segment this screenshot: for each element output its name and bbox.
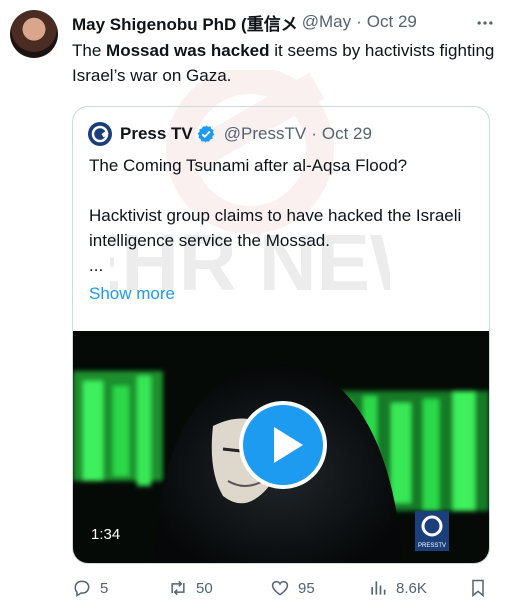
svg-text:PRESSTV: PRESSTV bbox=[418, 543, 446, 549]
repost-icon bbox=[171, 580, 185, 596]
show-more-link[interactable]: Show more bbox=[89, 284, 175, 304]
quote-handle[interactable]: @PressTV bbox=[224, 124, 306, 144]
tweet-text: The Mossad was hacked it seems by hactiv… bbox=[72, 38, 502, 88]
author-avatar[interactable] bbox=[10, 10, 58, 58]
quote-ellipsis: ... bbox=[89, 256, 104, 275]
like-count: 95 bbox=[298, 579, 315, 597]
repost-button[interactable]: 50 bbox=[168, 578, 213, 598]
tweet-actions-bar: 5 50 95 8.6K bbox=[72, 578, 492, 606]
heart-icon bbox=[271, 580, 289, 596]
author-name[interactable]: May Shigenobu PhD (重信メ bbox=[72, 10, 298, 35]
views-button[interactable]: 8.6K bbox=[368, 578, 427, 598]
tweet-text-part: The bbox=[72, 41, 107, 60]
tweet-header: May Shigenobu PhD (重信メ @May · Oct 29 bbox=[72, 10, 497, 34]
bookmark-button[interactable] bbox=[468, 578, 496, 598]
tweet-text-bold: Mossad was hacked bbox=[106, 41, 270, 60]
views-chart-icon bbox=[371, 581, 386, 595]
video-player[interactable]: 1:34 PRESSTV bbox=[73, 331, 489, 563]
quote-text: The Coming Tsunami after al-Aqsa Flood? … bbox=[89, 153, 479, 278]
views-count: 8.6K bbox=[396, 579, 427, 597]
play-button-icon[interactable] bbox=[239, 401, 327, 489]
author-handle[interactable]: @May bbox=[302, 12, 351, 32]
quote-line: Hacktivist group claims to have hacked t… bbox=[89, 206, 462, 250]
video-duration: 1:34 bbox=[91, 526, 121, 543]
reply-count: 5 bbox=[100, 579, 109, 597]
presstv-logo-icon[interactable] bbox=[88, 122, 112, 146]
reply-button[interactable]: 5 bbox=[72, 578, 108, 598]
presstv-video-logo: PRESSTV bbox=[415, 511, 449, 551]
separator-dot: · bbox=[356, 12, 362, 31]
quoted-tweet-card[interactable]: Press TV @PressTV · Oct 29 The Coming Ts… bbox=[72, 106, 490, 564]
bookmark-icon bbox=[472, 579, 484, 598]
repost-count: 50 bbox=[196, 579, 213, 597]
more-options-icon[interactable] bbox=[475, 13, 495, 33]
like-button[interactable]: 95 bbox=[270, 578, 315, 598]
quote-header: Press TV @PressTV · Oct 29 bbox=[88, 121, 372, 147]
quote-author-name[interactable]: Press TV bbox=[120, 124, 193, 144]
quote-date[interactable]: Oct 29 bbox=[322, 124, 372, 144]
reply-icon bbox=[74, 580, 90, 597]
separator-dot: · bbox=[311, 124, 317, 143]
verified-badge-icon bbox=[197, 125, 215, 143]
tweet-date[interactable]: Oct 29 bbox=[367, 12, 417, 32]
quote-line: The Coming Tsunami after al-Aqsa Flood? bbox=[89, 156, 408, 175]
